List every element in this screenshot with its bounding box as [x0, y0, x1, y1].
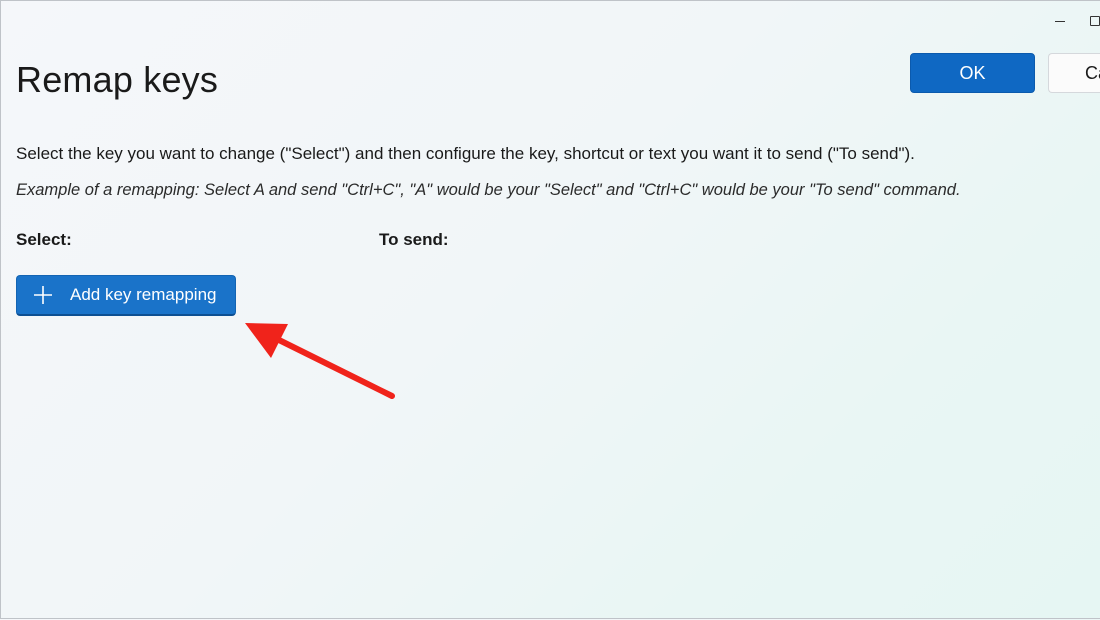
- ok-button[interactable]: OK: [910, 53, 1035, 93]
- plus-icon: [33, 285, 53, 305]
- minimize-icon: [1055, 20, 1065, 22]
- add-key-remapping-button[interactable]: Add key remapping: [16, 275, 236, 316]
- instructions-text: Select the key you want to change ("Sele…: [16, 144, 915, 163]
- window-controls: [1040, 9, 1100, 33]
- minimize-button[interactable]: [1040, 9, 1080, 33]
- page-title: Remap keys: [16, 59, 219, 100]
- add-key-remapping-label: Add key remapping: [70, 285, 217, 304]
- to-send-column-header: To send:: [379, 230, 449, 249]
- example-text: Example of a remapping: Select A and sen…: [16, 181, 961, 199]
- maximize-button[interactable]: [1086, 9, 1100, 33]
- select-column-header: Select:: [16, 230, 72, 249]
- maximize-icon: [1090, 16, 1100, 26]
- cancel-button[interactable]: Cancel: [1048, 53, 1100, 93]
- remap-keys-window: Remap keys OK Cancel Select the key you …: [0, 0, 1100, 619]
